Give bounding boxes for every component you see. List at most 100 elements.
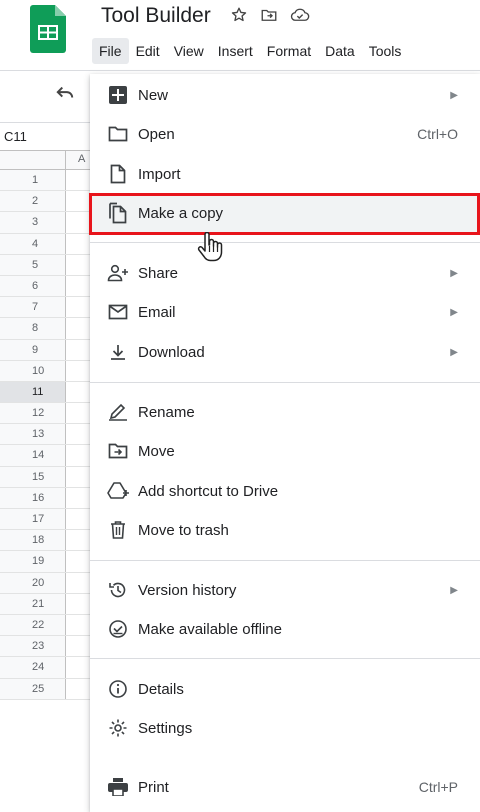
cell-a[interactable] bbox=[67, 509, 92, 530]
menu-item-label: Import bbox=[138, 165, 181, 183]
cell-a[interactable] bbox=[67, 445, 92, 466]
row-header[interactable]: 16 bbox=[0, 487, 66, 508]
menu-item-move[interactable]: Move bbox=[90, 432, 480, 470]
menu-item-share[interactable]: Share ▶ bbox=[90, 254, 480, 292]
menu-item-new[interactable]: New ▶ bbox=[90, 76, 480, 114]
row-header[interactable]: 12 bbox=[0, 403, 66, 424]
row-header[interactable]: 13 bbox=[0, 424, 66, 445]
cell-a[interactable] bbox=[67, 339, 92, 360]
cell-a[interactable] bbox=[67, 593, 92, 614]
menu-item-email[interactable]: Email ▶ bbox=[90, 293, 480, 331]
file-menu: New ▶ Open Ctrl+O Import Make a copy Sha… bbox=[90, 74, 480, 812]
cell-a[interactable] bbox=[67, 614, 92, 636]
cell-a[interactable] bbox=[67, 381, 92, 403]
menu-item-label: Add shortcut to Drive bbox=[138, 482, 279, 500]
cell-a[interactable] bbox=[67, 466, 92, 487]
row-header[interactable]: 8 bbox=[0, 318, 66, 339]
row-header[interactable]: 18 bbox=[0, 530, 66, 551]
document-title[interactable]: Tool Builder bbox=[101, 4, 211, 28]
menu-insert[interactable]: Insert bbox=[211, 38, 260, 64]
cell-a[interactable] bbox=[67, 360, 92, 381]
cell-a[interactable] bbox=[67, 678, 92, 699]
sheet-row: 5 bbox=[0, 254, 92, 276]
menu-item-print[interactable]: Print Ctrl+P bbox=[90, 768, 480, 806]
row-header[interactable]: 24 bbox=[0, 657, 66, 678]
cell-a[interactable] bbox=[67, 403, 92, 424]
menu-edit[interactable]: Edit bbox=[129, 38, 167, 64]
row-header[interactable]: 23 bbox=[0, 636, 66, 657]
menu-item-label: Move bbox=[138, 442, 175, 460]
row-header[interactable]: 7 bbox=[0, 297, 66, 318]
menu-tools[interactable]: Tools bbox=[362, 38, 409, 64]
cell-a[interactable] bbox=[67, 297, 92, 318]
menu-item-settings[interactable]: Settings bbox=[90, 709, 480, 747]
move-folder-icon[interactable] bbox=[260, 6, 278, 26]
undo-icon[interactable] bbox=[54, 84, 76, 102]
menu-item-download[interactable]: Download ▶ bbox=[90, 333, 480, 371]
menu-item-details[interactable]: Details bbox=[90, 670, 480, 708]
row-header[interactable]: 14 bbox=[0, 445, 66, 466]
sheet-row: 7 bbox=[0, 297, 92, 319]
row-header[interactable]: 19 bbox=[0, 551, 66, 572]
row-header[interactable]: 15 bbox=[0, 466, 66, 487]
row-header[interactable]: 11 bbox=[0, 381, 66, 403]
menu-item-label: Move to trash bbox=[138, 521, 229, 539]
cell-a[interactable] bbox=[67, 318, 92, 339]
row-header[interactable]: 9 bbox=[0, 339, 66, 360]
cloud-status-icon[interactable] bbox=[290, 6, 310, 26]
drive-shortcut-icon bbox=[107, 480, 129, 502]
offline-icon bbox=[107, 618, 129, 640]
menu-format[interactable]: Format bbox=[260, 38, 318, 64]
menu-item-import[interactable]: Import bbox=[90, 155, 480, 193]
sheet-row: 18 bbox=[0, 530, 92, 552]
row-header[interactable]: 5 bbox=[0, 254, 66, 275]
row-header[interactable]: 10 bbox=[0, 360, 66, 381]
sheet-row: 13 bbox=[0, 424, 92, 446]
column-header-a[interactable]: A bbox=[78, 153, 85, 165]
file-icon bbox=[107, 163, 129, 185]
menu-item-version-history[interactable]: Version history ▶ bbox=[90, 571, 480, 609]
menu-item-rename[interactable]: Rename bbox=[90, 393, 480, 431]
cell-a[interactable] bbox=[67, 424, 92, 445]
name-box[interactable]: C11 bbox=[0, 122, 90, 150]
star-icon[interactable] bbox=[230, 6, 248, 26]
menu-file[interactable]: File bbox=[92, 38, 129, 64]
cell-a[interactable] bbox=[67, 530, 92, 551]
menu-data[interactable]: Data bbox=[318, 38, 362, 64]
sheets-logo[interactable] bbox=[30, 5, 66, 53]
cell-a[interactable] bbox=[67, 551, 92, 572]
row-header[interactable]: 1 bbox=[0, 170, 66, 191]
menu-item-move-to-trash[interactable]: Move to trash bbox=[90, 511, 480, 549]
cell-a[interactable] bbox=[67, 233, 92, 254]
cell-a[interactable] bbox=[67, 191, 92, 212]
cell-a[interactable] bbox=[67, 636, 92, 657]
shortcut-text: Ctrl+P bbox=[418, 779, 458, 795]
row-header[interactable]: 4 bbox=[0, 233, 66, 254]
row-header[interactable]: 17 bbox=[0, 509, 66, 530]
cell-a[interactable] bbox=[67, 212, 92, 233]
cell-a[interactable] bbox=[67, 170, 92, 191]
menu-item-open[interactable]: Open Ctrl+O bbox=[90, 115, 480, 153]
row-header[interactable]: 6 bbox=[0, 275, 66, 297]
menu-view[interactable]: View bbox=[167, 38, 211, 64]
cell-a[interactable] bbox=[67, 572, 92, 593]
row-header[interactable]: 3 bbox=[0, 212, 66, 233]
row-header[interactable]: 2 bbox=[0, 191, 66, 212]
row-header[interactable]: 22 bbox=[0, 614, 66, 636]
cell-a[interactable] bbox=[67, 487, 92, 508]
menu-item-add-shortcut[interactable]: Add shortcut to Drive bbox=[90, 472, 480, 510]
select-all-corner[interactable] bbox=[0, 151, 66, 169]
cell-a[interactable] bbox=[67, 275, 92, 297]
cell-a[interactable] bbox=[67, 254, 92, 275]
menu-item-label: Email bbox=[138, 303, 176, 321]
menu-item-make-a-copy[interactable]: Make a copy bbox=[90, 194, 480, 232]
row-header[interactable]: 20 bbox=[0, 572, 66, 593]
menu-item-make-available-offline[interactable]: Make available offline bbox=[90, 610, 480, 648]
submenu-arrow-icon: ▶ bbox=[450, 584, 458, 596]
sheet-row: 15 bbox=[0, 466, 92, 488]
submenu-arrow-icon: ▶ bbox=[450, 89, 458, 101]
sheet-row: 4 bbox=[0, 233, 92, 255]
row-header[interactable]: 25 bbox=[0, 678, 66, 699]
row-header[interactable]: 21 bbox=[0, 593, 66, 614]
cell-a[interactable] bbox=[67, 657, 92, 678]
